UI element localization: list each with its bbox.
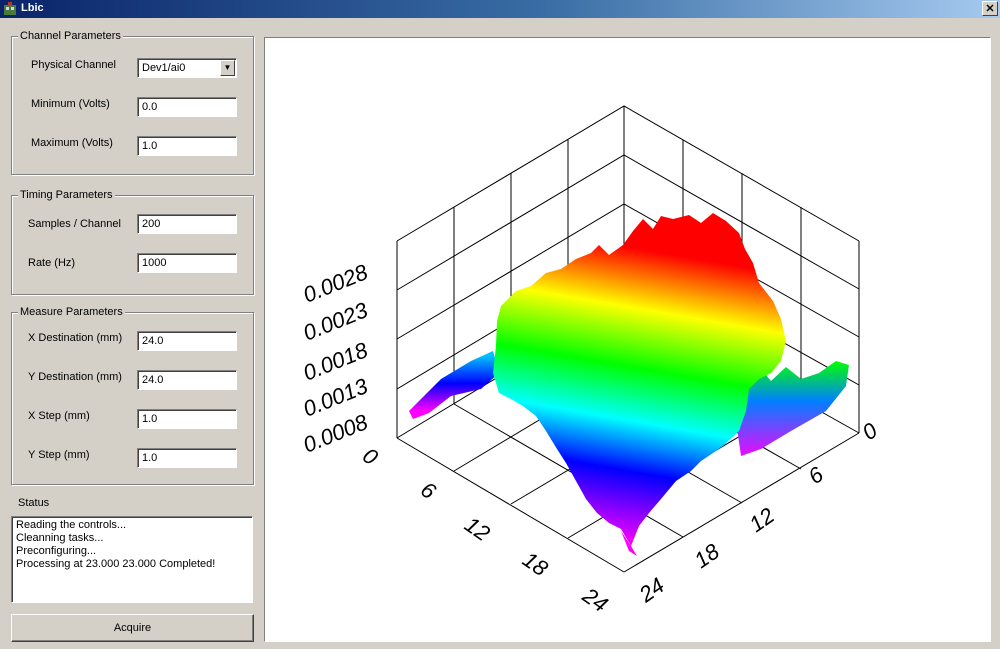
status-line: Cleanning tasks... bbox=[16, 532, 104, 544]
close-button[interactable]: ✕ bbox=[982, 1, 998, 16]
x-step-label: X Step (mm) bbox=[28, 410, 90, 422]
title-bar: Lbic ✕ bbox=[0, 0, 1000, 18]
acquire-button[interactable]: Acquire bbox=[11, 614, 254, 642]
y-destination-field[interactable]: 24.0 bbox=[137, 370, 237, 390]
window-title: Lbic bbox=[21, 2, 44, 14]
status-line: Preconfiguring... bbox=[16, 545, 97, 557]
y-tick-label: 12 bbox=[745, 503, 779, 538]
x-tick-label: 18 bbox=[518, 547, 553, 582]
x-destination-label: X Destination (mm) bbox=[28, 332, 123, 344]
app-icon bbox=[4, 2, 16, 15]
minimum-volts-label: Minimum (Volts) bbox=[31, 98, 110, 110]
minimum-volts-field[interactable]: 0.0 bbox=[137, 97, 237, 117]
status-line: Reading the controls... bbox=[16, 519, 127, 531]
y-step-label: Y Step (mm) bbox=[28, 449, 90, 461]
physical-channel-label: Physical Channel bbox=[31, 59, 116, 71]
x-tick-label: 12 bbox=[460, 512, 494, 547]
y-tick-label: 6 bbox=[804, 461, 829, 489]
timing-parameters-group: Timing Parameters bbox=[11, 189, 254, 295]
surface-mesh bbox=[409, 213, 849, 556]
x-step-field[interactable]: 1.0 bbox=[137, 409, 237, 429]
y-destination-label: Y Destination (mm) bbox=[28, 371, 122, 383]
status-label: Status bbox=[18, 497, 50, 509]
x-tick-label: 24 bbox=[577, 582, 612, 617]
surface-plot: 0.0008 0.0013 0.0018 0.0023 0.0028 0 6 1… bbox=[300, 105, 883, 617]
maximum-volts-label: Maximum (Volts) bbox=[31, 137, 113, 149]
maximum-volts-field[interactable]: 1.0 bbox=[137, 136, 237, 156]
physical-channel-value: Dev1/ai0 bbox=[142, 62, 186, 74]
close-icon: ✕ bbox=[985, 3, 995, 15]
rate-field[interactable]: 1000 bbox=[137, 253, 237, 273]
physical-channel-select[interactable]: Dev1/ai0 ▼ bbox=[137, 58, 237, 78]
y-tick-label: 18 bbox=[690, 538, 725, 573]
y-tick-label: 0 bbox=[858, 417, 883, 445]
rate-label: Rate (Hz) bbox=[28, 257, 76, 269]
status-line: Processing at 23.000 23.000 Completed! bbox=[16, 558, 216, 570]
x-tick-label: 6 bbox=[416, 477, 441, 505]
z-axis-ticks: 0.0008 0.0013 0.0018 0.0023 0.0028 bbox=[300, 259, 372, 458]
timing-parameters-legend: Timing Parameters bbox=[18, 189, 115, 201]
channel-parameters-legend: Channel Parameters bbox=[18, 30, 123, 42]
status-log[interactable]: Reading the controls... Cleanning tasks.… bbox=[11, 516, 253, 603]
y-tick-label: 24 bbox=[634, 573, 669, 608]
chevron-down-icon[interactable]: ▼ bbox=[220, 60, 235, 76]
x-tick-label: 0 bbox=[358, 443, 383, 471]
x-destination-field[interactable]: 24.0 bbox=[137, 331, 237, 351]
surface-plot-panel: 0.0008 0.0013 0.0018 0.0023 0.0028 0 6 1… bbox=[264, 37, 991, 642]
samples-per-channel-field[interactable]: 200 bbox=[137, 214, 237, 234]
measure-parameters-legend: Measure Parameters bbox=[18, 306, 125, 318]
y-step-field[interactable]: 1.0 bbox=[137, 448, 237, 468]
samples-per-channel-label: Samples / Channel bbox=[28, 218, 121, 230]
